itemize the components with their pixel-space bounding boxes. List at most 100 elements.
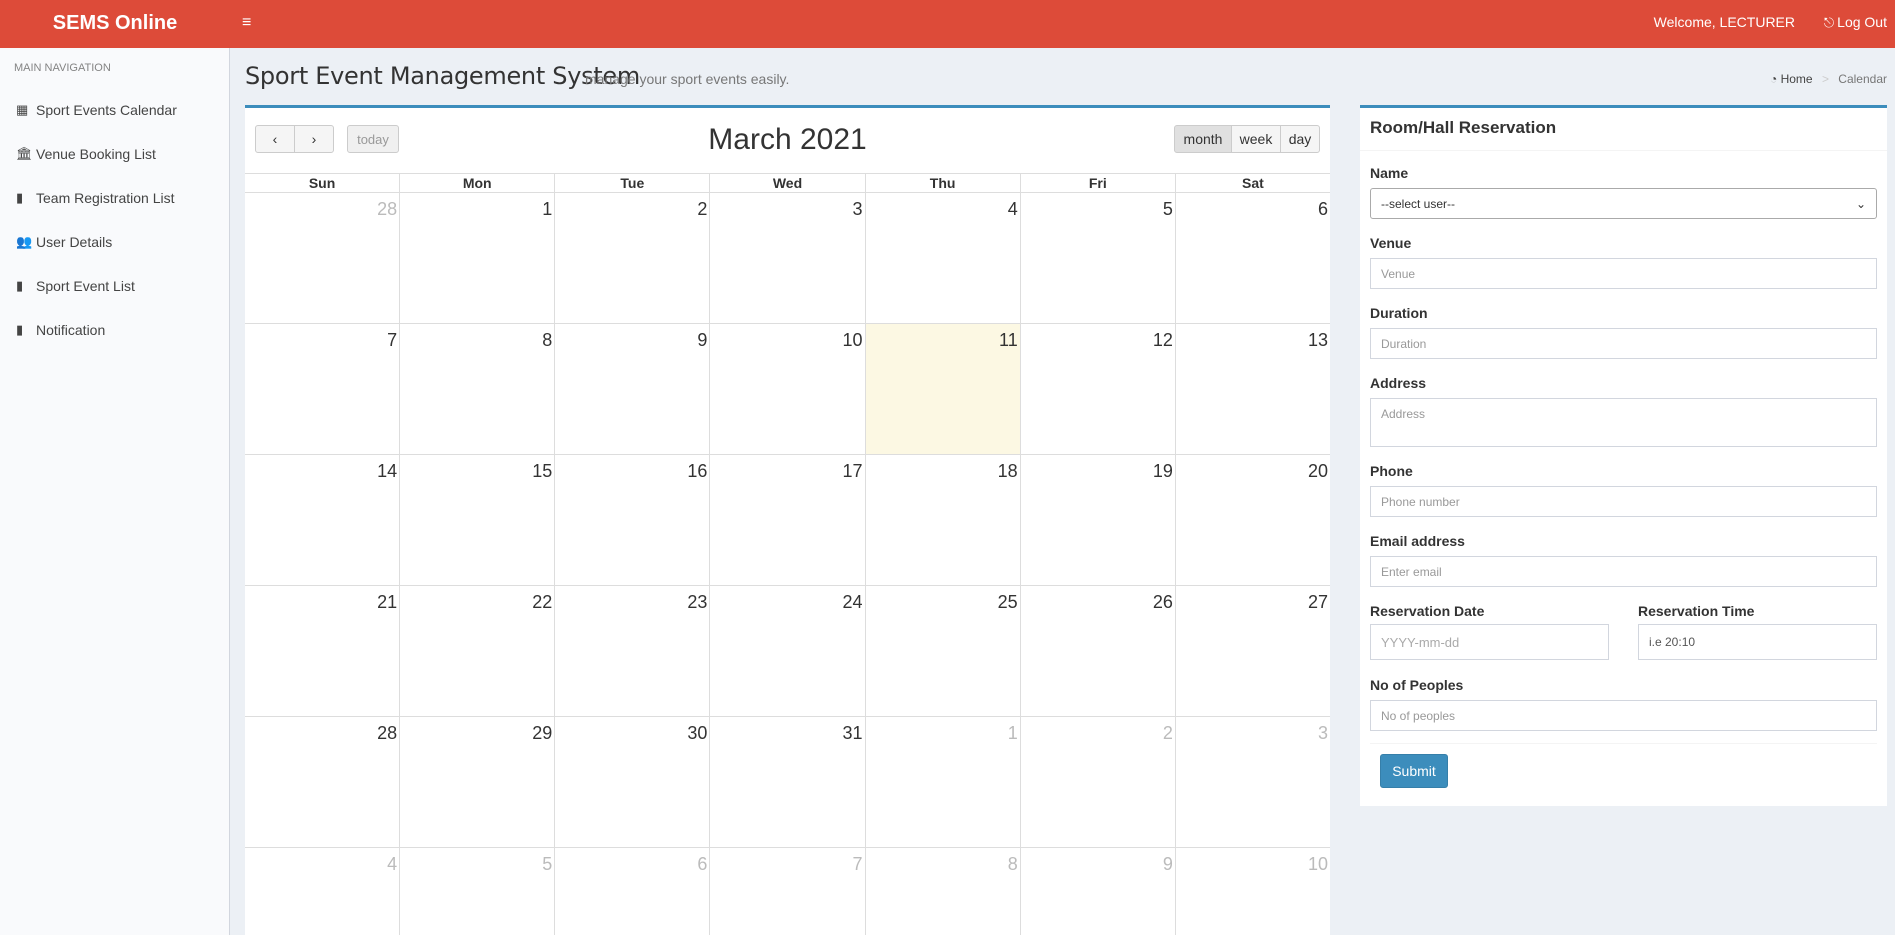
sidebar-item-user-details[interactable]: 👥 User Details (0, 220, 229, 264)
sidebar-nav: ▦ Sport Events Calendar 🏛 Venue Booking Lis… (0, 88, 229, 352)
users-icon: 👥 (16, 234, 33, 249)
name-select[interactable]: --select user-- ⌄ (1370, 188, 1877, 219)
sidebar-item-notification[interactable]: ▮ Notification (0, 308, 229, 352)
calendar-day[interactable]: 28 (245, 717, 401, 847)
calendar-week-row: 14 15 16 17 18 19 20 (245, 455, 1330, 586)
sidebar-item-sport-events-calendar[interactable]: ▦ Sport Events Calendar (0, 88, 229, 132)
page-subtitle: manage your sport events easily. (585, 71, 790, 87)
calendar-day[interactable]: 2 (555, 193, 711, 323)
address-textarea[interactable]: Address (1370, 398, 1877, 447)
calendar-week-row: 21 22 23 24 25 26 27 (245, 586, 1330, 717)
reservation-date-label: Reservation Date (1370, 603, 1485, 619)
venue-label: Venue (1370, 235, 1412, 251)
reservation-date-input[interactable]: YYYY-mm-dd (1370, 624, 1609, 660)
calendar-week-row: 28 1 2 3 4 5 6 (245, 193, 1330, 324)
calendar-day[interactable]: 18 (866, 455, 1021, 585)
calendar-day[interactable]: 25 (866, 586, 1021, 716)
calendar-day[interactable]: 1 (866, 717, 1021, 847)
sidebar-item-venue-booking-list[interactable]: 🏛 Venue Booking List (0, 132, 229, 176)
calendar-grid: Sun Mon Tue Wed Thu Fri Sat 28 1 2 3 4 5 6 7 8 9 10 11 12 1… (245, 173, 1330, 935)
phone-input[interactable]: Phone number (1370, 486, 1877, 517)
calendar-day[interactable]: 7 (245, 324, 401, 454)
sidebar-item-label: User Details (36, 234, 113, 250)
calendar-week-row: 4 5 6 7 8 9 10 (245, 848, 1330, 935)
calendar-day[interactable]: 10 (710, 324, 866, 454)
sidebar-item-label: Sport Event List (36, 278, 135, 294)
day-of-week-wed: Wed (710, 174, 866, 192)
welcome-text: Welcome, LECTURER (1653, 14, 1795, 30)
calendar-day[interactable]: 20 (1176, 455, 1330, 585)
reservation-box: Room/Hall Reservation Name --select user… (1360, 105, 1887, 806)
calendar-day[interactable]: 29 (400, 717, 556, 847)
calendar-day[interactable]: 17 (710, 455, 866, 585)
calendar-day[interactable]: 4 (245, 848, 401, 935)
calendar-day[interactable]: 7 (710, 848, 866, 935)
calendar-day[interactable]: 3 (710, 193, 866, 323)
venue-input[interactable]: Venue (1370, 258, 1877, 289)
sidebar-item-label: Sport Events Calendar (36, 102, 177, 118)
calendar-day[interactable]: 30 (555, 717, 711, 847)
calendar-day[interactable]: 15 (400, 455, 556, 585)
calendar-day[interactable]: 9 (555, 324, 711, 454)
sidebar-item-sport-event-list[interactable]: ▮ Sport Event List (0, 264, 229, 308)
day-of-week-sun: Sun (245, 174, 401, 192)
calendar-day[interactable]: 12 (1021, 324, 1176, 454)
email-input[interactable]: Enter email (1370, 556, 1877, 587)
calendar-day[interactable]: 10 (1176, 848, 1330, 935)
calendar-day[interactable]: 6 (1176, 193, 1330, 323)
breadcrumb-home[interactable]: Home (1781, 72, 1813, 86)
breadcrumb-separator: > (1821, 72, 1829, 86)
day-view-button[interactable]: day (1280, 125, 1320, 153)
day-of-week-sat: Sat (1242, 175, 1264, 191)
day-of-week-tue: Tue (555, 174, 711, 192)
peoples-input[interactable]: No of peoples (1370, 700, 1877, 731)
sidebar-item-team-registration-list[interactable]: ▮ Team Registration List (0, 176, 229, 220)
calendar-day[interactable]: 26 (1021, 586, 1176, 716)
month-view-button[interactable]: month (1174, 125, 1232, 153)
calendar-day[interactable]: 22 (400, 586, 556, 716)
duration-input[interactable]: Duration (1370, 328, 1877, 359)
calendar-icon: ▦ (16, 102, 29, 117)
breadcrumb-current: Calendar (1838, 72, 1887, 86)
calendar-day[interactable]: 9 (1021, 848, 1176, 935)
calendar-day[interactable]: 14 (245, 455, 401, 585)
calendar-day[interactable]: 1 (400, 193, 556, 323)
reservation-title: Room/Hall Reservation (1370, 118, 1557, 137)
name-select-value: --select user-- (1381, 196, 1456, 211)
book-icon: ▮ (16, 278, 24, 293)
calendar-day[interactable]: 5 (1021, 193, 1176, 323)
book-icon: ▮ (16, 190, 24, 205)
calendar-day[interactable]: 21 (245, 586, 401, 716)
calendar-day[interactable]: 27 (1176, 586, 1330, 716)
divider (1370, 743, 1877, 744)
sidebar-toggle-icon[interactable]: ≡ (242, 12, 262, 34)
day-of-week-header: Sun Mon Tue Wed Thu Fri Sat (245, 173, 1330, 193)
calendar-day[interactable]: 2 (1021, 717, 1176, 847)
sidebar-item-label: Team Registration List (36, 190, 175, 206)
page-title: Sport Event Management System (245, 62, 640, 90)
submit-button[interactable]: Submit (1380, 754, 1448, 788)
calendar-day[interactable]: 13 (1176, 324, 1330, 454)
calendar-day[interactable]: 8 (400, 324, 556, 454)
calendar-day[interactable]: 3 (1176, 717, 1330, 847)
calendar-day-today[interactable]: 11 (865, 324, 1021, 454)
logout-button[interactable]: ⎋ Log Out (1824, 14, 1887, 31)
bank-icon: 🏛 (16, 146, 33, 161)
duration-label: Duration (1370, 305, 1428, 321)
breadcrumb: ◔ Home > Calendar (1770, 72, 1887, 86)
calendar-day[interactable]: 5 (400, 848, 556, 935)
app-logo[interactable]: SEMS Online (0, 0, 230, 48)
calendar-day[interactable]: 31 (710, 717, 866, 847)
calendar-day[interactable]: 6 (555, 848, 711, 935)
calendar-day[interactable]: 8 (866, 848, 1021, 935)
calendar-day[interactable]: 19 (1021, 455, 1176, 585)
calendar-day[interactable]: 23 (555, 586, 711, 716)
calendar-day[interactable]: 16 (555, 455, 711, 585)
calendar-day[interactable]: 4 (866, 193, 1021, 323)
calendar-day[interactable]: 28 (245, 193, 401, 323)
calendar-day[interactable]: 24 (710, 586, 866, 716)
reservation-time-input[interactable]: i.e 20:10 (1638, 624, 1877, 660)
name-label: Name (1370, 165, 1409, 181)
week-view-button[interactable]: week (1231, 125, 1281, 153)
calendar-weeks: 28 1 2 3 4 5 6 7 8 9 10 11 12 13 14 15 16 17 18 19 20 21 22 23 2… (245, 193, 1330, 935)
